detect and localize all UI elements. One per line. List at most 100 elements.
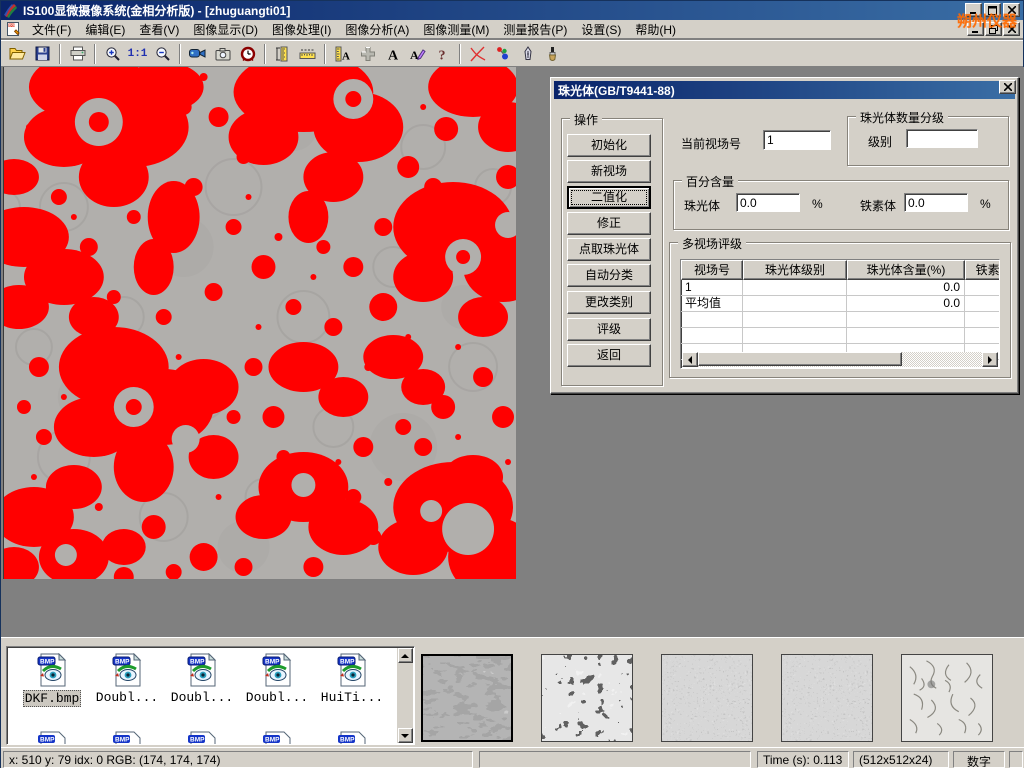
- file-name[interactable]: DKF.bmp: [23, 690, 82, 707]
- file-item[interactable]: BMP Doubl...: [167, 653, 237, 705]
- svg-text:BMP: BMP: [340, 659, 355, 666]
- measure-font-icon[interactable]: A: [330, 42, 355, 65]
- file-name[interactable]: Doubl...: [245, 690, 309, 705]
- pattern-grid-icon[interactable]: [355, 42, 380, 65]
- dialog-close-button[interactable]: [999, 80, 1016, 94]
- caliper-vertical-icon[interactable]: [270, 42, 295, 65]
- thumbnail-1[interactable]: [421, 654, 513, 742]
- print-icon[interactable]: [65, 42, 90, 65]
- scroll-right-button[interactable]: [982, 352, 998, 367]
- col-pearlite-grade[interactable]: 珠光体级别: [743, 260, 847, 280]
- open-file-icon[interactable]: [5, 42, 30, 65]
- maximize-button[interactable]: [984, 3, 1001, 17]
- thumbnail-5[interactable]: [901, 654, 993, 742]
- scroll-thumb[interactable]: [698, 352, 902, 366]
- toolbar-separator: [59, 44, 61, 64]
- pen-tool-icon[interactable]: [515, 42, 540, 65]
- current-view-label: 当前视场号: [681, 135, 741, 152]
- video-capture-icon[interactable]: [185, 42, 210, 65]
- timer-icon[interactable]: [235, 42, 260, 65]
- bottom-panel: BMP DKF.bmp BMP Doubl... BMP: [1, 637, 1024, 747]
- scroll-up-button[interactable]: [398, 648, 413, 663]
- correct-button[interactable]: 修正: [567, 212, 651, 235]
- thumbnail-2[interactable]: [541, 654, 633, 742]
- menu-image-measure[interactable]: 图像测量(M): [416, 19, 496, 40]
- multiview-table[interactable]: 视场号 珠光体级别 珠光体含量(%) 铁素体含量(%) 1 0.0 平均值 0.…: [680, 259, 1000, 369]
- menu-edit[interactable]: 编辑(E): [78, 19, 132, 40]
- mdi-close-button[interactable]: [1003, 22, 1020, 36]
- file-item[interactable]: BMP Doubl...: [242, 653, 312, 705]
- thumbnail-4[interactable]: [781, 654, 873, 742]
- snapshot-icon[interactable]: [210, 42, 235, 65]
- edit-text-icon[interactable]: A: [405, 42, 430, 65]
- col-ferrite-content[interactable]: 铁素体含量(%): [965, 260, 1000, 280]
- thumbnail-3[interactable]: [661, 654, 753, 742]
- menu-help[interactable]: 帮助(H): [628, 19, 683, 40]
- ferrite-percent-input[interactable]: 0.0: [904, 193, 968, 212]
- init-button[interactable]: 初始化: [567, 134, 651, 157]
- file-item[interactable]: BMP Doubl...: [92, 653, 162, 705]
- menu-file[interactable]: 文件(F): [25, 19, 78, 40]
- mdi-restore-button[interactable]: [985, 22, 1002, 36]
- bmp-file-icon: BMP: [260, 653, 294, 687]
- menu-measure-report[interactable]: 测量报告(P): [496, 19, 574, 40]
- bmp-file-icon: BMP: [35, 653, 69, 687]
- file-name[interactable]: Doubl...: [95, 690, 159, 705]
- toolbar-separator: [94, 44, 96, 64]
- scroll-track[interactable]: [698, 352, 982, 367]
- table-row[interactable]: 平均值 0.0: [681, 296, 999, 312]
- file-list-scrollbar[interactable]: [397, 648, 413, 743]
- title-bar[interactable]: IS100显微摄像系统(金相分析版) - [zhuguangti01]: [1, 1, 1023, 20]
- menu-settings[interactable]: 设置(S): [574, 19, 628, 40]
- zoom-in-icon[interactable]: [100, 42, 125, 65]
- file-browser[interactable]: BMP DKF.bmp BMP Doubl... BMP: [6, 646, 415, 745]
- text-annotate-icon[interactable]: A: [380, 42, 405, 65]
- auto-classify-button[interactable]: 自动分类: [567, 264, 651, 287]
- actual-size-icon[interactable]: 1:1: [125, 42, 150, 65]
- pearlite-percent-input[interactable]: 0.0: [736, 193, 800, 212]
- table-horizontal-scrollbar[interactable]: [682, 352, 998, 367]
- file-item[interactable]: BMP HuiTi...: [317, 653, 387, 705]
- scroll-down-button[interactable]: [398, 728, 413, 743]
- menu-image-display[interactable]: 图像显示(D): [186, 19, 265, 40]
- menu-image-process[interactable]: 图像处理(I): [265, 19, 338, 40]
- ruler-horizontal-icon[interactable]: [295, 42, 320, 65]
- zoom-out-icon[interactable]: [150, 42, 175, 65]
- minimize-button[interactable]: [965, 3, 982, 17]
- pick-pearlite-button[interactable]: 点取珠光体: [567, 238, 651, 261]
- micrograph-image[interactable]: [3, 67, 516, 579]
- current-view-input[interactable]: 1: [763, 130, 831, 150]
- bmp-file-icon: BMP: [335, 653, 369, 687]
- scroll-left-button[interactable]: [682, 352, 698, 367]
- menu-view[interactable]: 查看(V): [132, 19, 186, 40]
- file-name[interactable]: HuiTi...: [320, 690, 384, 705]
- table-row[interactable]: 1 0.0: [681, 280, 999, 296]
- grade-level-input[interactable]: [906, 129, 978, 148]
- dialog-title-bar[interactable]: 珠光体(GB/T9441-88): [554, 81, 1015, 99]
- save-icon[interactable]: [30, 42, 55, 65]
- binarize-button[interactable]: 二值化: [567, 186, 651, 209]
- table-row-empty: [681, 328, 999, 344]
- new-field-button[interactable]: 新视场: [567, 160, 651, 183]
- menu-image-analysis[interactable]: 图像分析(A): [338, 19, 416, 40]
- svg-text:BMP: BMP: [265, 737, 280, 744]
- svg-text:BMP: BMP: [265, 659, 280, 666]
- percent-group: 百分含量 珠光体 0.0 % 铁素体 0.0 %: [673, 180, 1009, 230]
- svg-text:BMP: BMP: [340, 737, 355, 744]
- help-icon[interactable]: ?: [430, 42, 455, 65]
- return-button[interactable]: 返回: [567, 344, 651, 367]
- grade-button[interactable]: 评级: [567, 318, 651, 341]
- close-button[interactable]: [1003, 3, 1020, 17]
- file-name[interactable]: Doubl...: [170, 690, 234, 705]
- color-marker-icon[interactable]: [490, 42, 515, 65]
- toolbar-separator: [324, 44, 326, 64]
- col-pearlite-content[interactable]: 珠光体含量(%): [847, 260, 965, 280]
- change-class-button[interactable]: 更改类别: [567, 291, 651, 314]
- file-item[interactable]: BMP DKF.bmp: [17, 653, 87, 707]
- document-icon: DOC: [5, 21, 21, 37]
- col-field-number[interactable]: 视场号: [681, 260, 743, 280]
- mdi-minimize-button[interactable]: [967, 22, 984, 36]
- brush-tool-icon[interactable]: [540, 42, 565, 65]
- table-row-empty: [681, 312, 999, 328]
- curve-tool-icon[interactable]: [465, 42, 490, 65]
